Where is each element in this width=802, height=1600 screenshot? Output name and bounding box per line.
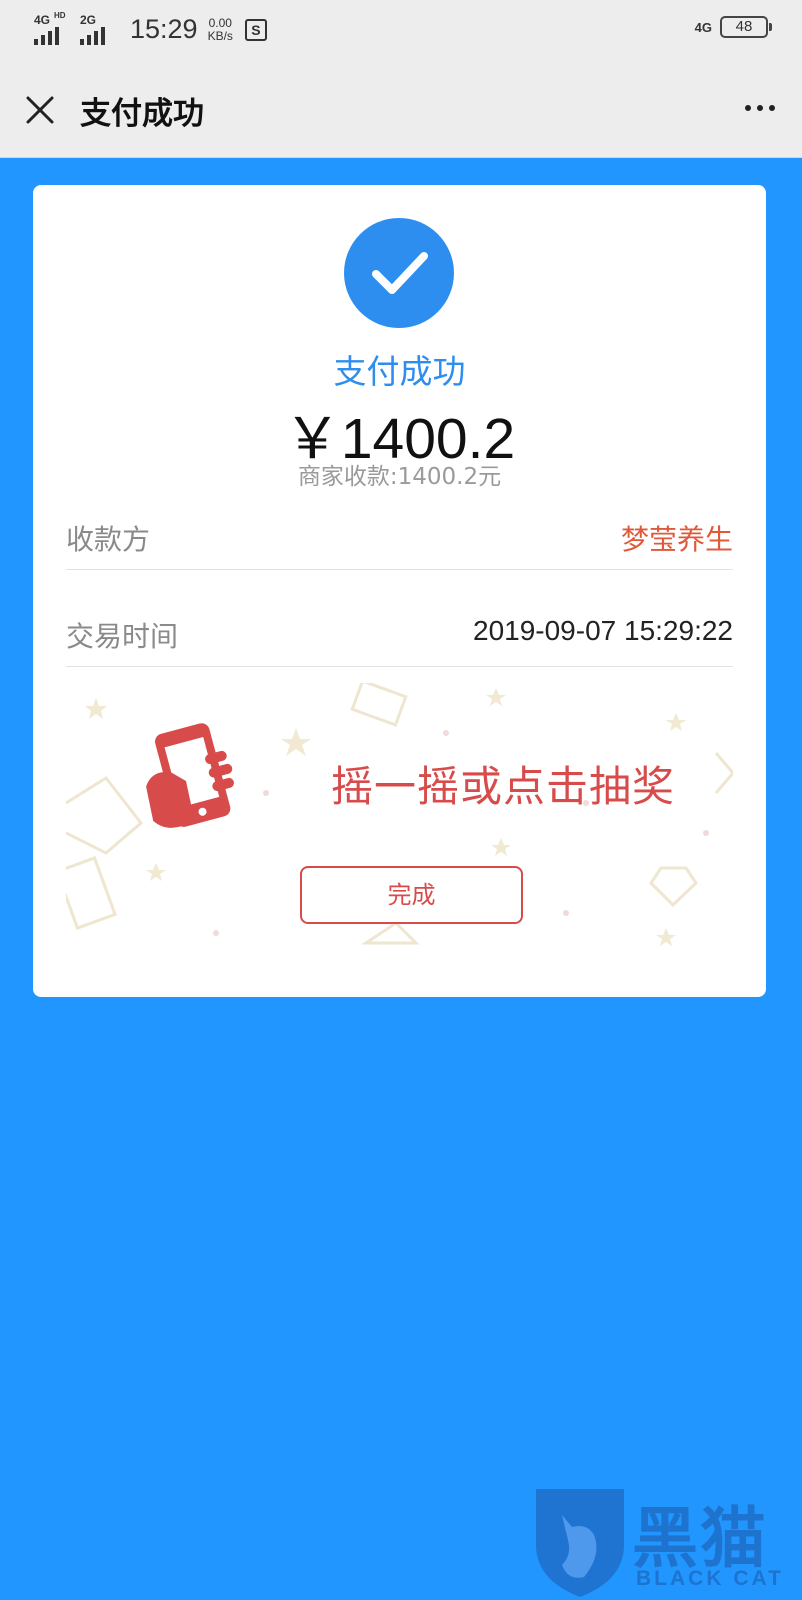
signal-2g-icon: 2G [80, 12, 118, 45]
black-cat-watermark: 黑猫 BLACK CAT [532, 1485, 802, 1600]
signal-2g-label: 2G [80, 12, 97, 27]
shake-phone-icon [146, 723, 234, 828]
status-time: 15:29 [130, 14, 198, 44]
payment-status: 支付成功 [333, 352, 466, 391]
divider [66, 666, 733, 667]
success-check-icon [344, 218, 454, 328]
more-dots-icon[interactable] [738, 88, 782, 128]
page-title: 支付成功 [80, 96, 204, 132]
status-right: 4G 48 [694, 16, 772, 38]
network-speed-value: 0.00 [208, 15, 232, 30]
signal-hd-label: HD [54, 10, 66, 20]
battery-icon: 48 [720, 16, 772, 38]
status-left: 4G HD 2G 15:29 0.00 KB/s S [34, 11, 267, 45]
lottery-text: 摇一摇或点击抽奖 [331, 762, 676, 811]
status-bar: 4G HD 2G 15:29 0.00 KB/s S 4G 48 [0, 0, 802, 62]
battery-level: 48 [735, 18, 753, 35]
signal-4g-label: 4G [34, 12, 51, 27]
close-icon[interactable] [20, 90, 60, 130]
payee-value: 梦莹养生 [620, 523, 733, 556]
transaction-time-label: 交易时间 [66, 620, 179, 653]
network-4g-icon: 4G [694, 19, 712, 35]
app-notification-icon: S [244, 18, 267, 41]
payee-row: 收款方 梦莹养生 [66, 490, 766, 588]
payee-label: 收款方 [66, 523, 151, 556]
done-button[interactable]: 完成 [300, 866, 523, 924]
nav-bar: 支付成功 [0, 62, 802, 158]
signal-4g-icon: 4G HD [34, 11, 72, 45]
black-cat-logo-icon [536, 1489, 624, 1597]
network-speed: 0.00 KB/s [207, 15, 233, 43]
network-speed-unit: KB/s [207, 28, 233, 43]
transaction-time-row: 交易时间 2019-09-07 15:29:22 [66, 587, 766, 685]
divider [66, 569, 733, 570]
merchant-received: 商家收款:1400.2元 [297, 464, 502, 490]
watermark-en: BLACK CAT [636, 1567, 784, 1590]
lottery-area[interactable]: 摇一摇或点击抽奖 [66, 683, 733, 973]
transaction-time-value: 2019-09-07 15:29:22 [473, 615, 733, 646]
